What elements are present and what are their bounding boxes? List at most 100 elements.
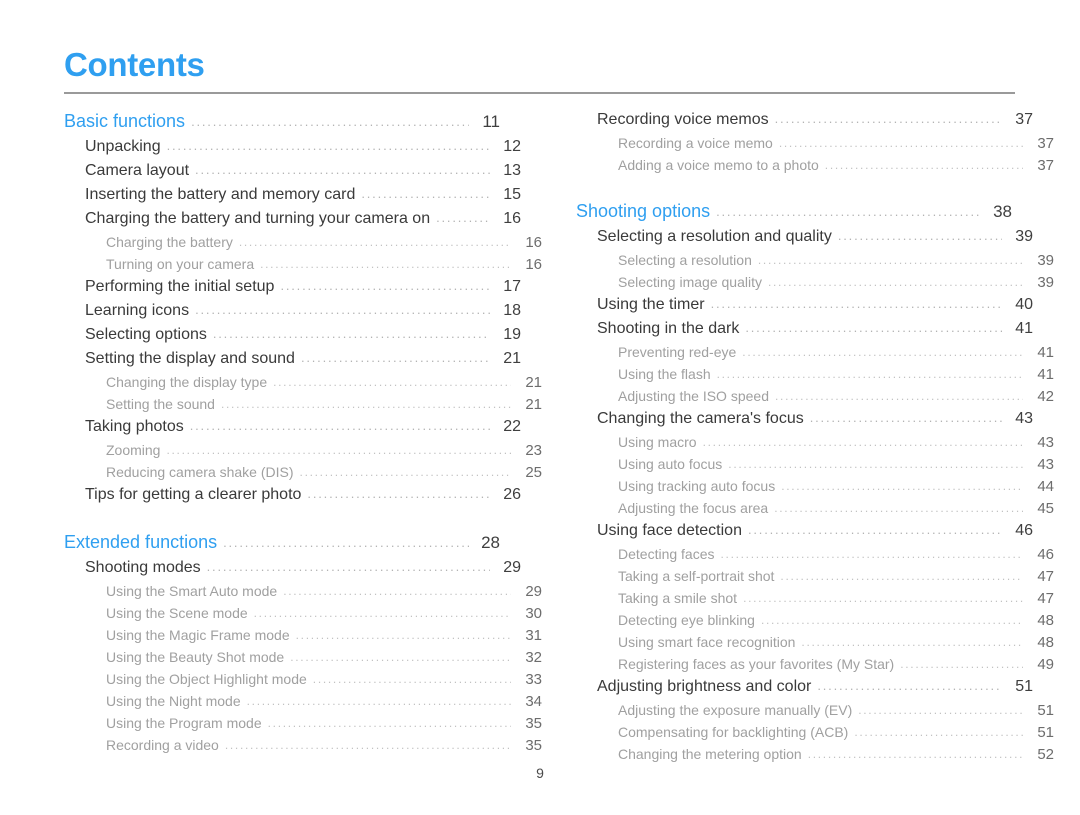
toc-entry-page: 28 xyxy=(481,533,500,552)
toc-entry[interactable]: Compensating for backlighting (ACB).....… xyxy=(618,725,1054,747)
toc-entry[interactable]: Using auto focus........................… xyxy=(618,457,1054,479)
toc-dot-leader: ........................................… xyxy=(854,726,1023,738)
toc-entry[interactable]: Shooting in the dark....................… xyxy=(597,321,1033,345)
toc-entry[interactable]: Performing the initial setup............… xyxy=(85,279,521,303)
toc-entry-page: 42 xyxy=(1037,388,1054,405)
toc-entry-label: Shooting in the dark xyxy=(597,320,740,337)
toc-entry[interactable]: Basic functions.........................… xyxy=(64,112,500,139)
toc-dot-leader: ........................................… xyxy=(760,614,1023,626)
toc-dot-leader: ........................................… xyxy=(716,205,981,218)
toc-dot-leader: ........................................… xyxy=(212,327,490,340)
toc-entry[interactable]: Using the Scene mode....................… xyxy=(106,606,542,628)
toc-dot-leader: ........................................… xyxy=(817,679,1002,692)
toc-entry[interactable]: Detecting eye blinking..................… xyxy=(618,613,1054,635)
toc-entry[interactable]: Adjusting the exposure manually (EV)....… xyxy=(618,703,1054,725)
toc-entry[interactable]: Using the Beauty Shot mode..............… xyxy=(106,650,542,672)
toc-entry[interactable]: Using macro.............................… xyxy=(618,435,1054,457)
toc-columns: Basic functions.........................… xyxy=(0,112,1080,769)
toc-entry[interactable]: Taking a self-portrait shot.............… xyxy=(618,569,1054,591)
toc-dot-leader: ........................................… xyxy=(702,436,1023,448)
toc-entry[interactable]: Camera layout...........................… xyxy=(85,163,521,187)
toc-entry-label: Using the Scene mode xyxy=(106,605,248,621)
toc-entry[interactable]: Using tracking auto focus...............… xyxy=(618,479,1054,501)
toc-entry[interactable]: Zooming.................................… xyxy=(106,443,542,465)
toc-dot-leader: ........................................… xyxy=(189,419,490,432)
toc-dot-leader: ........................................… xyxy=(166,444,511,456)
toc-entry[interactable]: Using the Smart Auto mode...............… xyxy=(106,584,542,606)
toc-dot-leader: ........................................… xyxy=(780,570,1023,582)
toc-entry-page: 35 xyxy=(525,737,542,754)
toc-column-right: Recording voice memos...................… xyxy=(576,112,1054,769)
toc-entry[interactable]: Using the Object Highlight mode.........… xyxy=(106,672,542,694)
toc-entry[interactable]: Selecting image quality.................… xyxy=(618,275,1054,297)
toc-entry[interactable]: Adjusting the focus area................… xyxy=(618,501,1054,523)
toc-entry[interactable]: Shooting options........................… xyxy=(576,202,1012,229)
toc-entry[interactable]: Unpacking...............................… xyxy=(85,139,521,163)
toc-entry[interactable]: Extended functions......................… xyxy=(64,533,500,560)
toc-entry[interactable]: Adding a voice memo to a photo..........… xyxy=(618,158,1054,180)
toc-entry[interactable]: Recording a video.......................… xyxy=(106,738,542,760)
toc-entry[interactable]: Using the flash.........................… xyxy=(618,367,1054,389)
toc-entry-page: 48 xyxy=(1037,634,1054,651)
toc-entry-label: Using the Smart Auto mode xyxy=(106,583,278,599)
toc-entry-page: 13 xyxy=(503,162,521,179)
toc-entry-label: Zooming xyxy=(106,442,161,458)
toc-entry-page: 29 xyxy=(525,583,542,600)
toc-entry[interactable]: Selecting options.......................… xyxy=(85,327,521,351)
toc-entry[interactable]: Reducing camera shake (DIS).............… xyxy=(106,465,542,487)
toc-entry-page: 37 xyxy=(1015,111,1033,128)
toc-entry[interactable]: Adjusting the ISO speed.................… xyxy=(618,389,1054,411)
toc-entry[interactable]: Recording voice memos...................… xyxy=(597,112,1033,136)
toc-entry[interactable]: Using the Magic Frame mode..............… xyxy=(106,628,542,650)
toc-entry[interactable]: Setting the display and sound...........… xyxy=(85,351,521,375)
toc-entry-page: 37 xyxy=(1037,135,1054,152)
toc-entry[interactable]: Using the Program mode..................… xyxy=(106,716,542,738)
toc-entry-page: 45 xyxy=(1037,500,1054,517)
toc-entry-label: Using tracking auto focus xyxy=(618,478,776,494)
toc-entry[interactable]: Adjusting brightness and color..........… xyxy=(597,679,1033,703)
toc-entry[interactable]: Using face detection....................… xyxy=(597,523,1033,547)
toc-entry[interactable]: Setting the sound.......................… xyxy=(106,397,542,419)
toc-entry[interactable]: Turning on your camera..................… xyxy=(106,257,542,279)
toc-entry[interactable]: Detecting faces.........................… xyxy=(618,547,1054,569)
toc-entry[interactable]: Tips for getting a clearer photo........… xyxy=(85,487,521,511)
toc-entry[interactable]: Changing the camera's focus.............… xyxy=(597,411,1033,435)
toc-dot-leader: ........................................… xyxy=(436,211,490,224)
toc-entry-page: 48 xyxy=(1037,612,1054,629)
toc-entry-page: 21 xyxy=(503,350,521,367)
toc-entry-label: Selecting options xyxy=(85,326,207,343)
toc-entry[interactable]: Using the timer.........................… xyxy=(597,297,1033,321)
toc-entry-page: 47 xyxy=(1037,590,1054,607)
toc-entry-page: 49 xyxy=(1037,656,1054,673)
toc-entry-label: Changing the display type xyxy=(106,374,268,390)
toc-entry[interactable]: Taking photos...........................… xyxy=(85,419,521,443)
toc-entry-page: 39 xyxy=(1015,228,1033,245)
toc-entry-label: Tips for getting a clearer photo xyxy=(85,486,302,503)
toc-entry[interactable]: Learning icons..........................… xyxy=(85,303,521,327)
toc-entry[interactable]: Changing the display type...............… xyxy=(106,375,542,397)
toc-entry[interactable]: Charging the battery....................… xyxy=(106,235,542,257)
toc-entry[interactable]: Selecting a resolution..................… xyxy=(618,253,1054,275)
toc-entry-label: Adjusting the exposure manually (EV) xyxy=(618,702,853,718)
toc-entry-page: 32 xyxy=(525,649,542,666)
toc-entry-label: Setting the display and sound xyxy=(85,350,295,367)
toc-entry-page: 26 xyxy=(503,486,521,503)
toc-entry[interactable]: Registering faces as your favorites (My … xyxy=(618,657,1054,679)
toc-entry[interactable]: Shooting modes..........................… xyxy=(85,560,521,584)
toc-entry-label: Shooting modes xyxy=(85,559,201,576)
toc-entry-label: Adjusting the focus area xyxy=(618,500,769,516)
toc-entry-label: Basic functions xyxy=(64,111,186,131)
toc-entry-page: 51 xyxy=(1037,724,1054,741)
toc-entry[interactable]: Charging the battery and turning your ca… xyxy=(85,211,521,235)
toc-entry-page: 43 xyxy=(1037,434,1054,451)
toc-entry[interactable]: Recording a voice memo..................… xyxy=(618,136,1054,158)
toc-entry[interactable]: Using smart face recognition............… xyxy=(618,635,1054,657)
toc-entry-page: 33 xyxy=(525,671,542,688)
toc-entry[interactable]: Using the Night mode....................… xyxy=(106,694,542,716)
toc-entry-page: 46 xyxy=(1015,522,1033,539)
toc-entry-label: Taking photos xyxy=(85,418,184,435)
toc-entry[interactable]: Selecting a resolution and quality......… xyxy=(597,229,1033,253)
toc-entry[interactable]: Taking a smile shot.....................… xyxy=(618,591,1054,613)
toc-entry[interactable]: Preventing red-eye......................… xyxy=(618,345,1054,367)
toc-entry[interactable]: Inserting the battery and memory card...… xyxy=(85,187,521,211)
